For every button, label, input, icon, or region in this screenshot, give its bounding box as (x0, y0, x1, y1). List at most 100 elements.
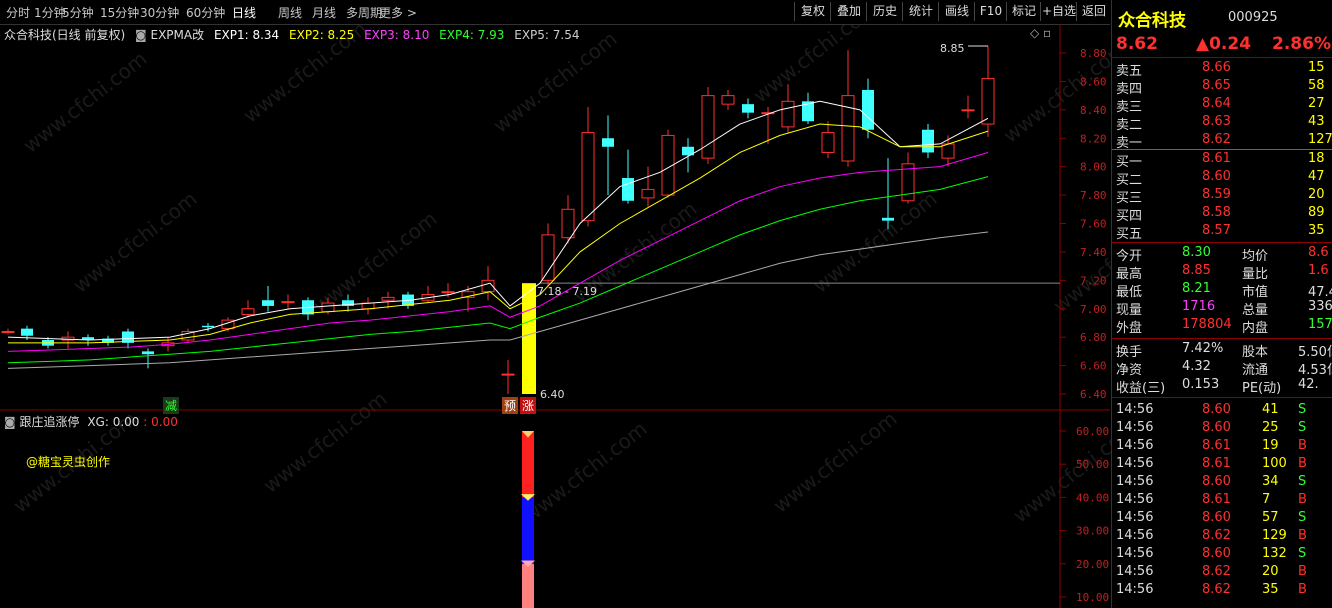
last-price: 8.62 (1116, 34, 1158, 54)
candle-body-up (581, 132, 595, 222)
cell: 8.60 (1202, 402, 1231, 417)
signal-bar-pink (522, 563, 534, 608)
cell: 市值 (1242, 285, 1269, 300)
period-toolbar: 分时 1分钟 5分钟 15分钟 30分钟 60分钟 日线 周线 月线 多周期 更多 > 复权 叠加 历史统… (0, 0, 1110, 25)
cell: 卖四 (1116, 82, 1143, 97)
cell: 卖五 (1116, 64, 1143, 79)
cell: 买二 (1116, 173, 1143, 188)
indicator-name[interactable]: EXPMA改 (151, 28, 205, 42)
candle-body-down (862, 89, 874, 130)
toolbar-button[interactable]: 复权 (794, 2, 831, 21)
period-tab[interactable]: 月线 (312, 4, 336, 21)
price-tick-label: 7.20 (1080, 274, 1107, 287)
candle-body-up (781, 100, 795, 128)
period-tab[interactable]: 30分钟 (140, 4, 179, 21)
kline-chart[interactable]: 8.80 8.60 8.40 8.20 8.00 7.80 7.60 7.40 7.20 7.00… (0, 24, 1110, 608)
credit-label: @糖宝灵虫创作 (26, 455, 111, 469)
toolbar-button[interactable]: 返回 (1076, 2, 1111, 21)
divider (1112, 242, 1332, 243)
stat2-row: 收益(三) 0.153 PE(动) 42. (1112, 377, 1332, 396)
cell: 4.53亿 (1298, 363, 1332, 378)
stat-row: 外盘 178804 内盘 15744 (1112, 317, 1332, 336)
cell: S (1298, 474, 1307, 489)
cell: 净资 (1116, 363, 1143, 378)
price-tick-label: 7.00 (1080, 303, 1107, 316)
toolbar-button[interactable]: 历史 (866, 2, 903, 21)
toolbar-button[interactable]: +自选 (1040, 2, 1077, 21)
price-tick-label: 6.60 (1080, 360, 1107, 373)
divider (1112, 397, 1332, 398)
toolbar-button[interactable]: 统计 (902, 2, 939, 21)
cell: 8.30 (1182, 245, 1211, 260)
sub-title[interactable]: 跟庄追涨停 (19, 415, 79, 429)
toolbar-button[interactable]: F10 (974, 2, 1007, 21)
tick-row: 14:56 8.60 57 S (1112, 510, 1332, 528)
candle-body-down (602, 138, 614, 147)
period-tab[interactable]: 多周期 (346, 4, 382, 21)
settings-icon[interactable]: ◙ (135, 28, 147, 42)
cell: 27 (1308, 96, 1325, 111)
exp2-label: EXP2: 8.25 (289, 28, 355, 42)
period-tab[interactable]: 5分钟 (62, 4, 94, 21)
candle-body-down (882, 217, 894, 221)
price-tick-label: 8.40 (1080, 104, 1107, 117)
cell: 今开 (1116, 249, 1143, 264)
cell: 14:56 (1116, 456, 1154, 471)
divider (1112, 338, 1332, 339)
cell: 8.57 (1202, 223, 1231, 238)
cell: 现量 (1116, 303, 1143, 318)
toolbar-button[interactable]: 叠加 (830, 2, 867, 21)
cell: 8.61 (1202, 456, 1231, 471)
exp3-label: EXP3: 8.10 (364, 28, 430, 42)
cell: 20 (1262, 564, 1279, 579)
cell: S (1298, 420, 1307, 435)
period-tab[interactable]: 15分钟 (100, 4, 139, 21)
price-tick-label: 8.20 (1080, 132, 1107, 145)
cell: 14:56 (1116, 528, 1154, 543)
tick-row: 14:56 8.62 35 B (1112, 582, 1332, 600)
mid-price-label: 7.18 - 7.19 (537, 285, 597, 298)
stock-code: 000925 (1228, 10, 1278, 25)
cell: 89 (1308, 205, 1325, 220)
candle-body-up (721, 95, 735, 105)
exp5-line (7, 231, 989, 369)
tick-row: 14:56 8.62 20 B (1112, 564, 1332, 582)
exp1-line (7, 100, 989, 341)
cell: 1.6 (1308, 263, 1329, 278)
cell: 8.63 (1202, 114, 1231, 129)
ask-row: 卖五 8.66 15 (1112, 60, 1332, 79)
period-tab[interactable]: 60分钟 (186, 4, 225, 21)
period-tab[interactable]: 日线 (232, 4, 256, 21)
cell: 8.6 (1308, 245, 1329, 260)
tick-row: 14:56 8.60 34 S (1112, 474, 1332, 492)
cell: 总量 (1242, 303, 1269, 318)
cell: 8.60 (1202, 546, 1231, 561)
cell: 8.59 (1202, 187, 1231, 202)
sub-chart-header: ◙ 跟庄追涨停 XG: 0.00 : 0.00 (4, 413, 178, 430)
period-tab[interactable]: 分时 (6, 4, 30, 21)
candle-body-down (622, 178, 634, 201)
cell: 买三 (1116, 191, 1143, 206)
candle-body-up (321, 302, 335, 313)
cell: S (1298, 402, 1307, 417)
sub-tick-label: 30.00 (1076, 525, 1109, 538)
cell: B (1298, 582, 1307, 597)
cell: 47.4亿 (1308, 285, 1332, 300)
cell: 14:56 (1116, 546, 1154, 561)
tick-row: 14:56 8.61 7 B (1112, 492, 1332, 510)
cell: 14:56 (1116, 492, 1154, 507)
cell: 买一 (1116, 155, 1143, 170)
candle-body-up (541, 234, 555, 281)
candle-body-up (641, 188, 655, 199)
period-tab[interactable]: 1分钟 (34, 4, 66, 21)
sub-settings-icon[interactable]: ◙ (4, 415, 16, 429)
period-tab[interactable]: 周线 (278, 4, 302, 21)
cell: 33625 (1308, 299, 1332, 314)
tick-row: 14:56 8.61 19 B (1112, 438, 1332, 456)
period-tab[interactable]: 更多 > (379, 4, 417, 21)
price-tick-label: 7.40 (1080, 246, 1107, 259)
collapse-icons[interactable]: ◇ ▫ (1030, 26, 1051, 40)
cell: 100 (1262, 456, 1287, 471)
toolbar-button[interactable]: 画线 (938, 2, 975, 21)
toolbar-button[interactable]: 标记 (1006, 2, 1041, 21)
